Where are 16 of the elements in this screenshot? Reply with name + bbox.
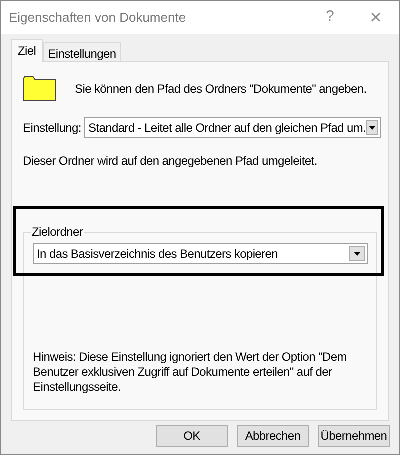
help-button[interactable]: ? <box>307 6 353 29</box>
setting-label: Einstellung: <box>23 120 82 136</box>
folder-icon <box>23 76 56 101</box>
note-text: Hinweis: Diese Einstellung ignoriert den Wert der Option "Dem Benutzer exklusiven Zugriff auf Dokumente erteilen" auf der Einstellungsseite. <box>33 350 348 395</box>
intro-text: Sie können den Pfad des Ordners "Dokumente" angeben. <box>75 80 367 98</box>
description-text: Dieser Ordner wird auf den angegebenen Pfad umgeleitet. <box>23 153 318 170</box>
window-title: Eigenschaften von Dokumente <box>9 8 188 27</box>
tab[interactable]: Ziel <box>11 39 44 62</box>
dialog-button[interactable]: OK <box>156 425 228 447</box>
dialog-button[interactable]: Abbrechen <box>237 425 309 447</box>
close-button[interactable]: × <box>353 2 399 32</box>
dialog-button[interactable]: Übernehmen <box>318 425 390 447</box>
setting-dropdown[interactable]: Standard - Leitet alle Ordner auf den gleichen Pfad um. <box>84 117 382 138</box>
tab[interactable]: Einstellungen <box>43 42 122 61</box>
target-folder-dropdown[interactable]: In das Basisverzeichnis des Benutzers kopieren <box>33 243 368 264</box>
group-legend: Zielordner <box>31 225 84 239</box>
